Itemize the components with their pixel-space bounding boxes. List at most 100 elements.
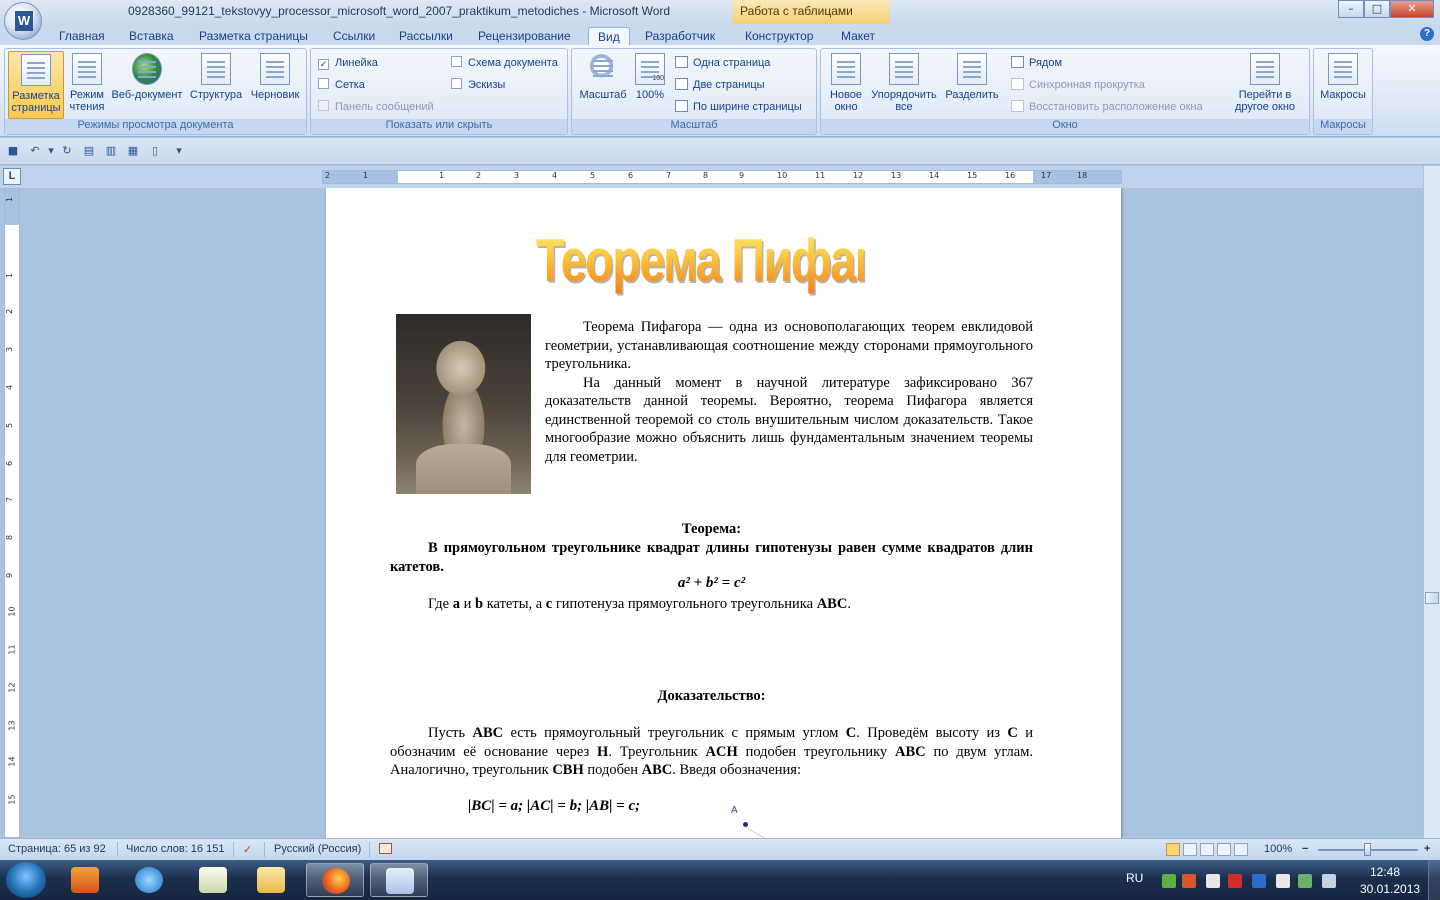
taskbar-internet-explorer[interactable] (120, 863, 178, 897)
proof-text: . Введя обозначения: (672, 762, 801, 778)
clock-date[interactable]: 30.01.2013 (1360, 882, 1420, 896)
reading-mode-button[interactable]: Режим чтения (66, 51, 108, 119)
status-separator (117, 842, 118, 857)
document-map-checkbox[interactable]: Схема документа (451, 55, 558, 71)
spelling-check-icon[interactable]: ✓ (243, 843, 252, 856)
page-width-button[interactable]: По ширине страницы (675, 99, 802, 115)
theorem-heading: Теорема: (681, 521, 742, 537)
tray-network-status-icon[interactable] (1298, 874, 1312, 888)
ruler-number: 16 (1005, 171, 1016, 180)
tray-flag-icon[interactable] (1228, 874, 1242, 888)
close-button[interactable]: ✕ (1390, 0, 1434, 18)
taskbar-word[interactable] (370, 863, 428, 897)
undo-dropdown-icon[interactable]: ▾ (44, 144, 58, 158)
zoom-100-button[interactable]: 100 100% (632, 51, 668, 119)
internet-explorer-icon (135, 867, 163, 893)
show-desktop-button[interactable] (1428, 860, 1440, 900)
taskbar-explorer[interactable] (242, 863, 300, 897)
zoom-level[interactable]: 100% (1264, 843, 1292, 855)
tray-display-icon[interactable] (1276, 874, 1290, 888)
one-page-icon (675, 56, 688, 68)
switch-window-button[interactable]: Перейти в другое окно (1224, 51, 1306, 119)
language-bar[interactable]: RU (1126, 871, 1143, 885)
two-pages-button[interactable]: Две страницы (675, 77, 765, 93)
grid-checkbox[interactable]: Сетка (318, 77, 365, 93)
taskbar-firefox[interactable] (306, 863, 364, 897)
vruler-number: 9 (5, 572, 15, 579)
tab-developer[interactable]: Разработчик (636, 27, 724, 46)
tray-volume-icon[interactable] (1322, 874, 1336, 888)
draft-button[interactable]: Черновик (247, 51, 303, 119)
maximize-button[interactable]: □ (1364, 0, 1390, 18)
macro-record-icon[interactable] (379, 843, 392, 854)
side-by-side-button[interactable]: Рядом (1011, 55, 1062, 71)
new-window-button[interactable]: Новое окно (824, 51, 868, 119)
language-indicator[interactable]: Русский (Россия) (274, 843, 361, 855)
save-icon[interactable]: ■ (6, 144, 20, 158)
tray-network-icon[interactable] (1162, 874, 1176, 888)
macros-button[interactable]: Макросы (1316, 51, 1370, 119)
theorem-statement-text: В прямоугольном треугольнике квадрат дли… (390, 540, 1033, 575)
format-painter-icon[interactable]: ▦ (126, 144, 140, 158)
tab-layout[interactable]: Макет (832, 27, 884, 46)
taskbar-media-player[interactable] (56, 863, 114, 897)
tray-b-icon[interactable] (1252, 874, 1266, 888)
switch-window-label-1: Перейти в (1238, 89, 1292, 101)
document-page[interactable]: Теорема Пифагора Теорема Пифагора — одна… (326, 188, 1121, 838)
tab-insert[interactable]: Вставка (120, 27, 183, 46)
print-layout-view-icon[interactable] (1166, 843, 1180, 856)
figure-edge (745, 827, 781, 838)
split-button[interactable]: Разделить (941, 51, 1003, 119)
tray-monitor-icon[interactable] (1206, 874, 1220, 888)
print-preview-icon[interactable]: ▤ (82, 144, 96, 158)
clock-time[interactable]: 12:48 (1370, 865, 1400, 879)
one-page-button[interactable]: Одна страница (675, 55, 770, 71)
redo-icon[interactable]: ↻ (60, 144, 74, 158)
tray-antivirus-icon[interactable] (1182, 874, 1196, 888)
tab-page-layout[interactable]: Разметка страницы (190, 27, 317, 46)
paste-icon[interactable]: ▥ (104, 144, 118, 158)
horizontal-ruler[interactable]: 2 1 1 2 3 4 5 6 7 8 9 10 11 12 13 14 15 … (322, 170, 1122, 184)
start-button[interactable] (6, 862, 46, 898)
arrange-all-button[interactable]: Упорядочить все (869, 51, 939, 119)
undo-icon[interactable]: ↶ (28, 144, 42, 158)
taskbar-notepad[interactable] (184, 863, 242, 897)
new-document-icon[interactable]: ▯ (148, 144, 162, 158)
draft-view-icon[interactable] (1234, 843, 1248, 856)
tab-references[interactable]: Ссылки (324, 27, 384, 46)
scrollbar-thumb[interactable] (1425, 592, 1439, 604)
tab-home[interactable]: Главная (50, 27, 114, 46)
zoom-in-button[interactable]: + (1424, 843, 1430, 855)
customize-toolbar-icon[interactable]: ▾ (172, 144, 186, 158)
help-icon[interactable]: ? (1420, 27, 1434, 41)
web-layout-button[interactable]: Веб-документ (109, 51, 185, 119)
print-layout-button[interactable]: Разметка страницы (8, 51, 64, 119)
outline-view-icon[interactable] (1217, 843, 1231, 856)
zoom-slider-thumb[interactable] (1364, 843, 1371, 856)
vruler-number: 7 (5, 496, 15, 503)
zoom-button[interactable]: Масштаб (575, 51, 631, 119)
office-button[interactable]: W (4, 2, 42, 40)
window-group-label: Окно (821, 119, 1309, 134)
outline-button[interactable]: Структура (187, 51, 245, 119)
minimize-button[interactable]: – (1338, 0, 1364, 18)
page-count[interactable]: Страница: 65 из 92 (8, 843, 106, 855)
tab-design[interactable]: Конструктор (736, 27, 822, 46)
thumbnails-checkbox[interactable]: Эскизы (451, 77, 505, 93)
tab-selector[interactable]: L (3, 168, 21, 185)
vruler-number: 1 (5, 196, 15, 203)
theorem-formula: a² + b² = c² (677, 575, 746, 591)
reading-view-icon[interactable] (1183, 843, 1197, 856)
tab-review[interactable]: Рецензирование (469, 27, 580, 46)
zoom-out-button[interactable]: − (1302, 843, 1308, 855)
word-count[interactable]: Число слов: 16 151 (126, 843, 224, 855)
vertical-ruler[interactable]: 1 1 2 3 4 5 6 7 8 9 10 11 12 13 14 15 (4, 188, 20, 838)
tab-mailings[interactable]: Рассылки (390, 27, 462, 46)
vertical-scrollbar[interactable] (1423, 166, 1440, 838)
where-text: . (847, 596, 851, 612)
tab-view[interactable]: Вид (588, 27, 630, 46)
where-text: катеты, а (483, 596, 546, 612)
web-view-icon[interactable] (1200, 843, 1214, 856)
ruler-checkbox[interactable]: ✓ Линейка (318, 55, 378, 71)
notation-formula: |BC| = a; |AC| = b; |AB| = c; (468, 798, 641, 814)
